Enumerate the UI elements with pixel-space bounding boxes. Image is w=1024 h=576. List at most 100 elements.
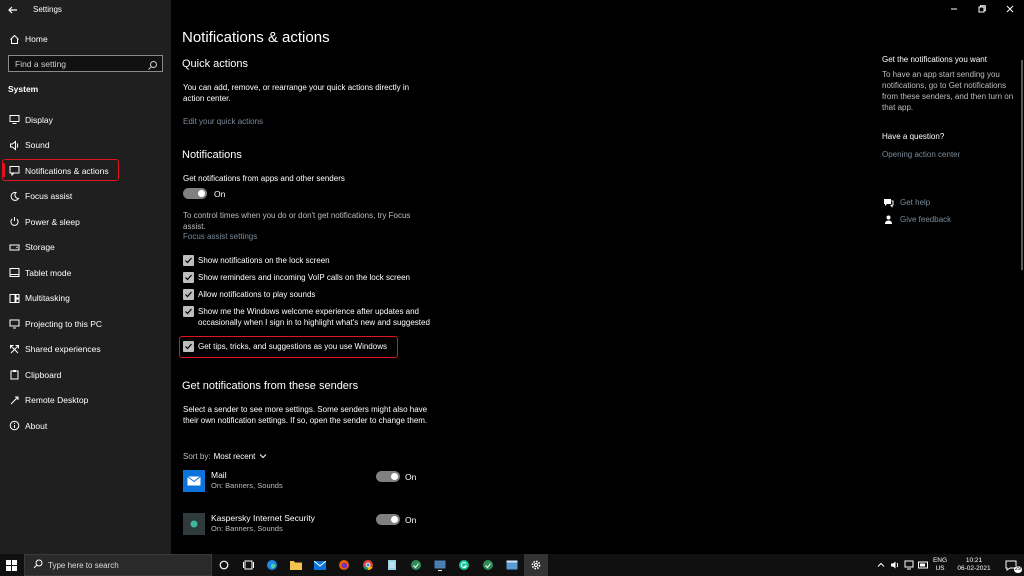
search-box[interactable] <box>8 55 163 72</box>
sidebar: Settings Home System Display Sound Notif… <box>0 0 171 554</box>
notepad-icon[interactable] <box>380 554 404 576</box>
toggle-knob <box>391 516 398 523</box>
sidebar-item-label: Remote Desktop <box>25 395 89 406</box>
checkbox-label: Show reminders and incoming VoIP calls o… <box>198 273 410 282</box>
toggle-knob <box>391 473 398 480</box>
checkbox-label: Show me the Windows welcome experience a… <box>198 307 430 327</box>
minimize-button[interactable] <box>940 0 968 18</box>
search-input[interactable] <box>9 58 143 69</box>
chevron-up-icon[interactable] <box>874 554 888 576</box>
senders-description: Select a sender to see more settings. So… <box>183 405 428 425</box>
clock[interactable]: 10:21 06-02-2021 <box>950 557 998 573</box>
question-heading: Have a question? <box>882 132 945 141</box>
mail-toggle[interactable] <box>376 471 400 482</box>
sidebar-item-tablet-mode[interactable]: Tablet mode <box>0 260 171 286</box>
info-icon <box>8 420 20 432</box>
battery-icon[interactable] <box>916 554 930 576</box>
sidebar-item-focus-assist[interactable]: Focus assist <box>0 184 171 210</box>
checkbox[interactable] <box>183 289 194 300</box>
opening-action-center-link[interactable]: Opening action center <box>882 150 1017 159</box>
sidebar-item-display[interactable]: Display <box>0 107 171 133</box>
app-window-icon[interactable] <box>500 554 524 576</box>
focus-assist-settings-link[interactable]: Focus assist settings <box>183 232 257 241</box>
taskbar-search-placeholder: Type here to search <box>48 560 119 570</box>
language-indicator[interactable]: ENG US <box>930 557 950 573</box>
start-button[interactable] <box>0 554 22 576</box>
kaspersky-toggle[interactable] <box>376 514 400 525</box>
sender-status: On: Banners, Sounds <box>211 524 283 533</box>
check-play-sounds[interactable]: Allow notifications to play sounds <box>183 289 438 300</box>
sidebar-item-sound[interactable]: Sound <box>0 133 171 159</box>
checkbox[interactable] <box>183 306 194 317</box>
sidebar-item-shared-experiences[interactable]: Shared experiences <box>0 337 171 363</box>
sort-dropdown[interactable]: Sort by: Most recent <box>183 452 267 461</box>
sidebar-item-remote-desktop[interactable]: Remote Desktop <box>0 388 171 414</box>
close-button[interactable] <box>996 0 1024 18</box>
sidebar-item-projecting[interactable]: Projecting to this PC <box>0 311 171 337</box>
title-bar: Settings <box>0 0 171 20</box>
action-center-button[interactable]: 29 <box>998 554 1024 576</box>
clipboard-icon <box>8 369 20 381</box>
edge-icon[interactable] <box>260 554 284 576</box>
sidebar-item-storage[interactable]: Storage <box>0 235 171 261</box>
restore-button[interactable] <box>968 0 996 18</box>
app-title: Settings <box>33 5 62 14</box>
app-green-icon-1[interactable] <box>404 554 428 576</box>
storage-icon <box>8 241 20 253</box>
sidebar-item-power-sleep[interactable]: Power & sleep <box>0 209 171 235</box>
sender-status: On: Banners, Sounds <box>211 481 283 490</box>
give-feedback-link[interactable]: Give feedback <box>882 213 951 225</box>
network-icon[interactable] <box>902 554 916 576</box>
sidebar-item-clipboard[interactable]: Clipboard <box>0 362 171 388</box>
sidebar-item-multitasking[interactable]: Multitasking <box>0 286 171 312</box>
grammarly-icon[interactable] <box>452 554 476 576</box>
volume-icon[interactable] <box>888 554 902 576</box>
system-tray: ENG US 10:21 06-02-2021 29 <box>874 554 1024 576</box>
sidebar-item-label: Clipboard <box>25 369 62 380</box>
sort-value: Most recent <box>213 452 256 461</box>
power-icon <box>8 216 20 228</box>
sidebar-item-label: Display <box>25 114 53 125</box>
chevron-down-icon <box>259 452 267 461</box>
notifications-toggle[interactable] <box>183 188 207 199</box>
notification-count-badge: 29 <box>1013 566 1022 573</box>
sidebar-item-label: Storage <box>25 242 55 253</box>
right-panel: Get the notifications you want To have a… <box>882 55 1017 159</box>
file-explorer-icon[interactable] <box>284 554 308 576</box>
scrollbar[interactable] <box>1021 60 1023 270</box>
check-welcome-experience[interactable]: Show me the Windows welcome experience a… <box>183 306 438 328</box>
chrome-icon[interactable] <box>356 554 380 576</box>
app-green-icon-2[interactable] <box>476 554 500 576</box>
back-arrow-icon[interactable] <box>6 3 20 17</box>
sidebar-item-label: Shared experiences <box>25 344 101 355</box>
sidebar-item-label: Sound <box>25 140 50 151</box>
projector-icon <box>8 318 20 330</box>
mail-toggle-state: On <box>405 472 417 482</box>
highlight-annotation <box>2 159 119 181</box>
search-icon[interactable] <box>147 58 159 70</box>
check-lock-screen[interactable]: Show notifications on the lock screen <box>183 255 438 266</box>
firefox-icon[interactable] <box>332 554 356 576</box>
sidebar-item-about[interactable]: About <box>0 413 171 439</box>
sort-label: Sort by: <box>183 452 211 461</box>
section-label-system: System <box>8 84 39 94</box>
speaker-icon <box>8 139 20 151</box>
notifications-toggle-state: On <box>214 189 226 199</box>
cortana-icon[interactable] <box>212 554 236 576</box>
sidebar-item-home[interactable]: Home <box>0 28 171 50</box>
check-reminders-voip[interactable]: Show reminders and incoming VoIP calls o… <box>183 272 438 283</box>
mail-app-icon[interactable] <box>308 554 332 576</box>
edit-quick-actions-link[interactable]: Edit your quick actions <box>183 117 263 126</box>
tablet-icon <box>8 267 20 279</box>
checkbox[interactable] <box>183 255 194 266</box>
taskbar-search[interactable]: Type here to search <box>24 554 212 576</box>
get-help-link[interactable]: Get help <box>882 196 930 208</box>
task-view-icon[interactable] <box>236 554 260 576</box>
remote-desktop-app-icon[interactable] <box>428 554 452 576</box>
checkbox-label: Allow notifications to play sounds <box>198 290 316 299</box>
checkbox[interactable] <box>183 272 194 283</box>
region-code: US <box>935 565 945 572</box>
settings-app-icon[interactable] <box>524 554 548 576</box>
sidebar-item-label: Tablet mode <box>25 267 72 278</box>
give-feedback-label: Give feedback <box>900 214 952 224</box>
